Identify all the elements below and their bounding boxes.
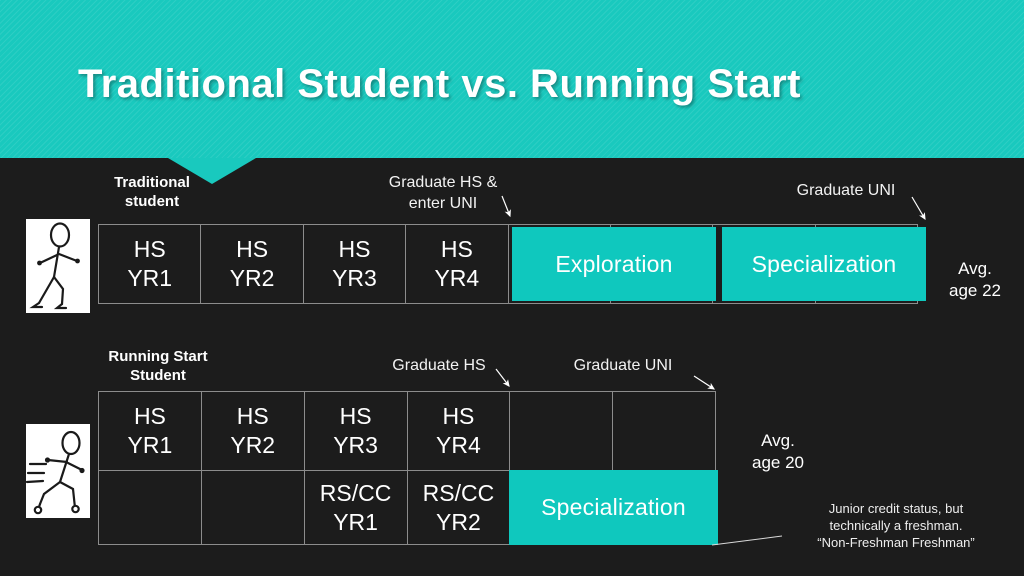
- running-start-specialization-block: Specialization: [509, 470, 718, 545]
- cell-label: HS YR2: [230, 403, 276, 458]
- running-start-graduate-uni-annotation: Graduate UNI: [573, 357, 673, 374]
- cell-label: HS YR3: [332, 236, 377, 291]
- table-cell: [510, 392, 614, 471]
- table-cell: [99, 471, 202, 545]
- running-start-footnote: Junior credit status, but technically a …: [817, 501, 975, 550]
- table-cell: HS YR3: [304, 392, 408, 471]
- cell-label: HS YR1: [127, 236, 173, 291]
- table-cell: HS YR1: [99, 392, 202, 471]
- cell-label: RS/CC YR1: [319, 479, 392, 535]
- traditional-specialization-block: Specialization: [722, 227, 926, 301]
- cell-label: HS YR4: [436, 403, 481, 458]
- running-start-avg-age: Avg. age 20: [752, 431, 804, 472]
- table-cell: HS YR3: [303, 225, 407, 304]
- cell-label: HS YR4: [434, 236, 480, 291]
- slide-canvas: Traditional Student vs. Running Start Tr…: [0, 0, 1024, 576]
- table-cell: HS YR4: [407, 392, 511, 471]
- table-cell: RS/CC YR2: [407, 471, 511, 545]
- cell-label: RS/CC YR2: [422, 479, 495, 535]
- traditional-row-label: Traditional student: [114, 174, 190, 210]
- traditional-graduate-hs-annotation: Graduate HS & enter UNI: [388, 174, 498, 212]
- walking-stick-figure-icon: [26, 219, 90, 313]
- table-cell: RS/CC YR1: [304, 471, 408, 545]
- traditional-avg-age: Avg. age 22: [949, 259, 1001, 300]
- traditional-exploration-block: Exploration: [512, 227, 716, 301]
- running-stick-figure-icon: [26, 424, 90, 518]
- cell-label: HS YR3: [333, 403, 378, 458]
- running-start-graduate-uni-arrow: [693, 375, 716, 390]
- table-cell: HS YR4: [406, 225, 509, 304]
- table-cell: [613, 392, 716, 471]
- running-start-graduate-hs-annotation: Graduate HS: [392, 357, 486, 374]
- table-cell: HS YR2: [201, 392, 305, 471]
- table-cell: [201, 471, 305, 545]
- table-cell: HS YR2: [201, 225, 304, 304]
- page-title: Traditional Student vs. Running Start: [78, 62, 801, 106]
- traditional-graduate-uni-annotation: Graduate UNI: [796, 182, 896, 199]
- cell-label: HS YR1: [127, 403, 173, 458]
- cell-label: HS YR2: [229, 236, 275, 291]
- table-cell: HS YR1: [99, 225, 202, 304]
- running-start-row-label: Running Start Student: [108, 348, 208, 384]
